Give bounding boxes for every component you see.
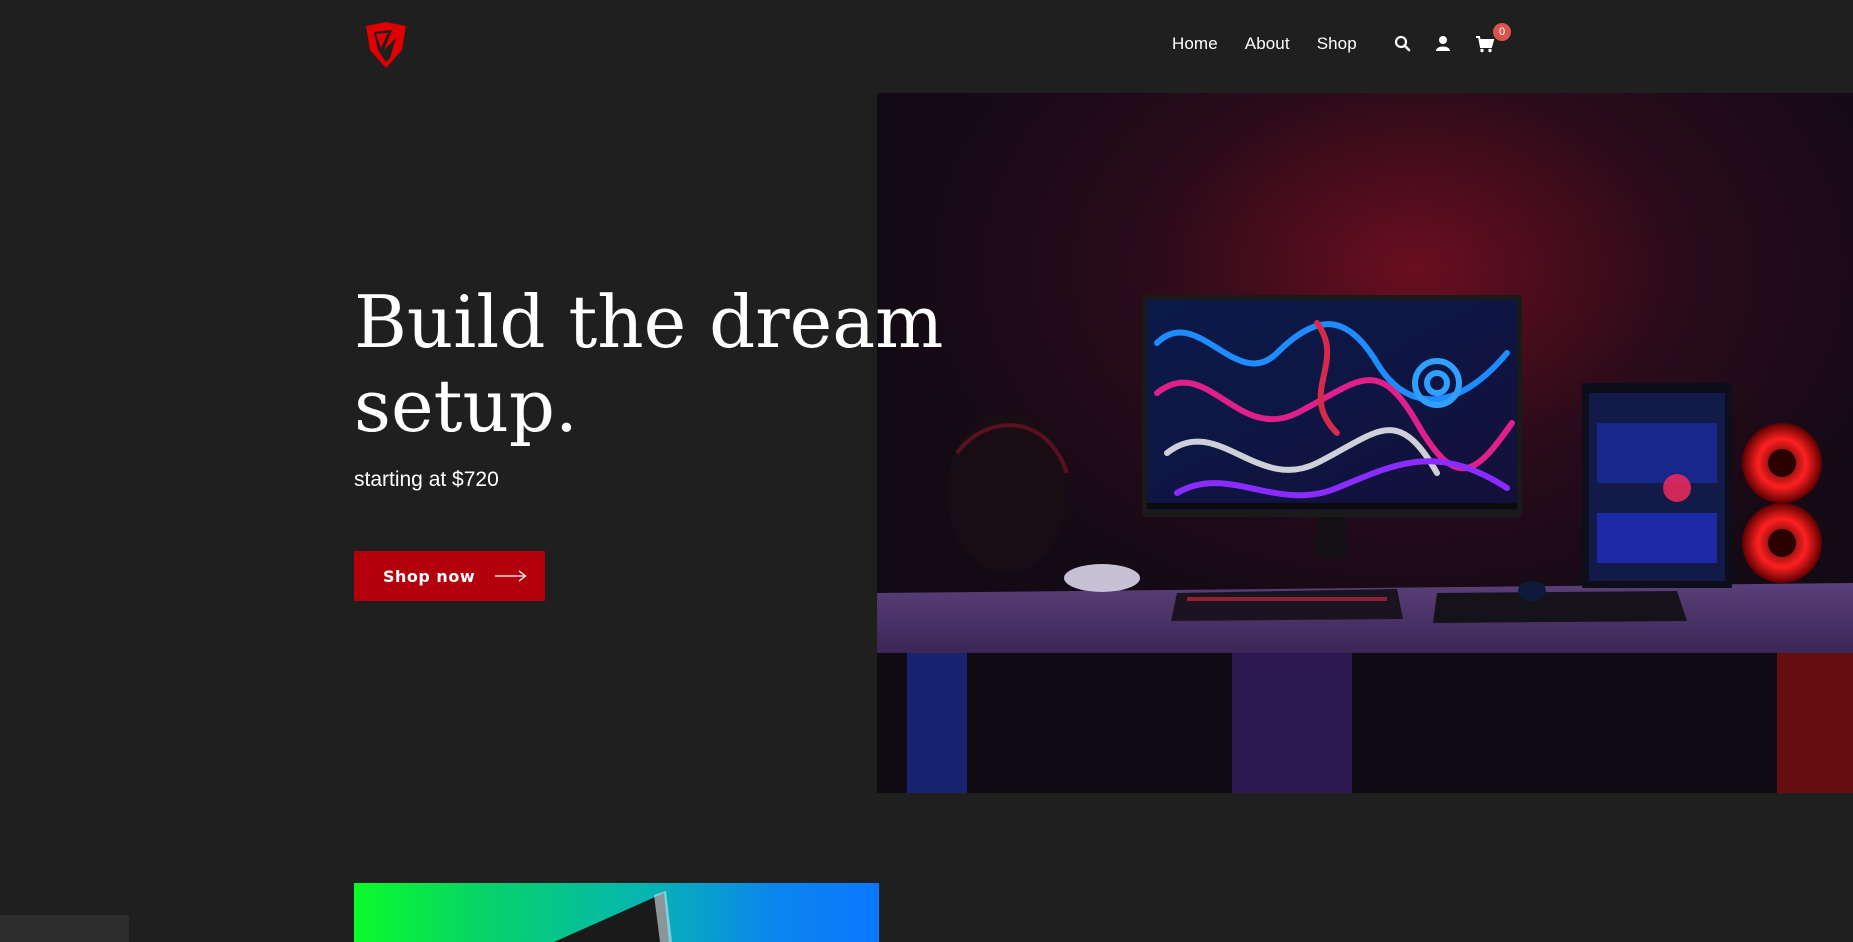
promo-card-image[interactable] [354,883,879,942]
nav-shop-link[interactable]: Shop [1317,34,1357,54]
corner-widget[interactable] [0,915,129,942]
shop-now-label: Shop now [383,566,476,586]
search-icon[interactable] [1393,34,1413,54]
cart-icon[interactable] [1475,34,1495,54]
hero-setup-image [877,93,1853,793]
user-icon[interactable] [1433,34,1453,54]
shield-logo-icon[interactable] [362,20,410,70]
hero-subtitle: starting at $720 [354,468,499,491]
page: Home About Shop 0 Build the dream setup.… [0,0,1853,942]
cart-count-badge: 0 [1493,23,1511,41]
hero-title: Build the dream setup. [354,280,944,448]
arrow-right-icon [495,570,527,582]
shop-now-button[interactable]: Shop now [354,551,545,601]
main-nav: Home About Shop [1172,34,1384,54]
nav-home-link[interactable]: Home [1172,34,1218,54]
nav-about-link[interactable]: About [1245,34,1290,54]
